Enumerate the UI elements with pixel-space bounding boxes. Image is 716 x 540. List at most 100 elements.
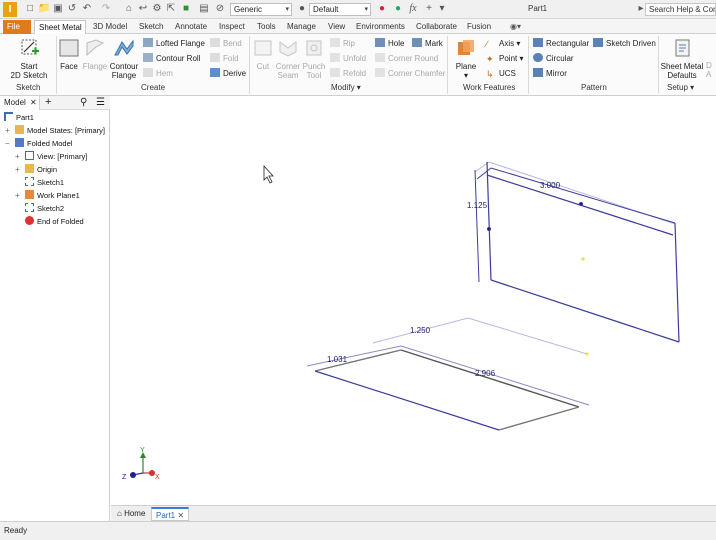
search-icon[interactable]: ⚲ <box>80 96 87 109</box>
menu-icon[interactable]: ☰ <box>96 96 105 109</box>
close-icon[interactable]: ✕ <box>177 511 184 520</box>
circular-pattern-button[interactable]: Circular <box>533 53 574 65</box>
add-browser-icon[interactable]: + <box>45 96 51 109</box>
start-2d-sketch-button[interactable]: Start 2D Sketch <box>6 37 52 80</box>
collapse-icon[interactable]: − <box>5 138 10 150</box>
redo-icon[interactable]: ↷ <box>100 3 112 15</box>
tree-node-part1[interactable]: Part1 <box>4 112 34 124</box>
update-icon[interactable]: ⚙ <box>151 3 163 15</box>
sketch-edge[interactable] <box>674 222 680 343</box>
measure-icon[interactable]: ▤ <box>198 3 210 15</box>
dimension-1125[interactable]: 1.125 <box>467 201 488 210</box>
material-combo[interactable]: Default ▾ <box>309 3 371 16</box>
sketch-edge[interactable] <box>490 279 680 343</box>
axis-triad[interactable]: Y X Z <box>122 447 160 481</box>
home-tab[interactable]: ⌂ Home <box>113 507 149 521</box>
fold-button[interactable]: Fold <box>210 53 239 65</box>
lofted-flange-button[interactable]: Lofted Flange <box>143 38 205 50</box>
unfold-button[interactable]: Unfold <box>330 53 366 65</box>
sheet-metal-defaults-button[interactable]: Sheet Metal Defaults <box>659 37 705 80</box>
setup-overflow-button[interactable]: D A <box>706 61 716 79</box>
point-button[interactable]: ✦ Point ▾ <box>486 53 523 65</box>
appearance-icon[interactable]: ■ <box>180 3 192 15</box>
flange-button[interactable]: Flange <box>82 37 108 71</box>
sketch-edge[interactable] <box>400 349 580 408</box>
expand-icon[interactable]: + <box>15 190 20 202</box>
cut-button[interactable]: Cut <box>251 37 275 71</box>
dimension-2906[interactable]: 2.906 <box>475 369 496 378</box>
ucs-button[interactable]: ↳ UCS <box>486 68 516 80</box>
rip-button[interactable]: Rip <box>330 38 355 50</box>
corner-seam-button[interactable]: Corner Seam <box>275 37 301 80</box>
plane-button[interactable]: Plane ▾ <box>451 37 481 80</box>
model-tab[interactable]: Model ✕ <box>0 96 40 110</box>
tree-node-model-states[interactable]: Model States: [Primary] <box>15 125 105 137</box>
close-icon[interactable]: ✕ <box>30 96 37 109</box>
home-icon[interactable]: ⌂ <box>123 3 135 15</box>
new-file-icon[interactable]: □ <box>24 3 36 15</box>
dimension-line-1125[interactable] <box>474 169 480 283</box>
tab-collaborate[interactable]: Collaborate <box>412 20 461 34</box>
expand-icon[interactable]: + <box>5 125 10 137</box>
sketch-point[interactable] <box>486 226 492 232</box>
dimension-1250[interactable]: 1.250 <box>410 326 431 335</box>
tab-sketch[interactable]: Sketch <box>135 20 167 34</box>
tab-annotate[interactable]: Annotate <box>171 20 211 34</box>
panel-title-setup[interactable]: Setup ▾ <box>667 83 694 92</box>
expand-icon[interactable]: + <box>15 164 20 176</box>
tab-sheet-metal[interactable]: Sheet Metal <box>34 20 86 34</box>
adjust-icon[interactable]: ● <box>376 3 388 15</box>
refold-button[interactable]: Refold <box>330 68 366 80</box>
dimension-line-1031[interactable] <box>306 345 402 367</box>
lower-sketch[interactable] <box>306 317 590 431</box>
part1-tab[interactable]: Part1 ✕ <box>151 507 190 521</box>
sketch-driven-pattern-button[interactable]: Sketch Driven <box>593 38 656 50</box>
undo-icon[interactable]: ↶ <box>81 3 93 15</box>
help-search-input[interactable]: Search Help & Com <box>645 3 716 16</box>
axis-button[interactable]: ∕ Axis ▾ <box>486 38 520 50</box>
contour-roll-button[interactable]: Contour Roll <box>143 53 200 65</box>
sketch-edge[interactable] <box>498 406 580 431</box>
dimension-1031[interactable]: 1.031 <box>327 355 348 364</box>
tree-node-end-of-folded[interactable]: End of Folded <box>25 216 84 228</box>
sketch-point[interactable] <box>578 201 584 207</box>
corner-chamfer-button[interactable]: Corner Chamfer <box>375 68 445 80</box>
mark-button[interactable]: Mark <box>412 38 443 50</box>
sketch-point[interactable] <box>585 352 589 356</box>
add-icon[interactable]: + <box>423 3 435 15</box>
material-sphere-icon[interactable]: ● <box>296 3 308 15</box>
hole-button[interactable]: Hole <box>375 38 404 50</box>
graphics-canvas[interactable]: 3.000 1.125 1.250 1.031 2.906 Y X Z <box>111 96 716 505</box>
open-file-icon[interactable]: 📁 <box>38 3 50 15</box>
bend-button[interactable]: Bend <box>210 38 242 50</box>
tab-tools[interactable]: Tools <box>253 20 280 34</box>
center-point[interactable] <box>581 257 585 261</box>
clear-override-icon[interactable]: ● <box>392 3 404 15</box>
tab-view[interactable]: View <box>324 20 349 34</box>
hem-button[interactable]: Hem <box>143 68 173 80</box>
graphics-viewport[interactable]: 3.000 1.125 1.250 1.031 2.906 Y X Z <box>111 96 716 505</box>
sketch-edge[interactable] <box>486 161 492 281</box>
return-icon[interactable]: ↩ <box>137 3 149 15</box>
tab-inspect[interactable]: Inspect <box>215 20 249 34</box>
history-icon[interactable]: ↺ <box>66 3 78 15</box>
customize-icon[interactable]: ▾ <box>436 3 448 15</box>
derive-button[interactable]: Derive <box>210 68 246 80</box>
tab-manage[interactable]: Manage <box>283 20 320 34</box>
select-icon[interactable]: ⇱ <box>165 3 177 15</box>
tab-3d-model[interactable]: 3D Model <box>89 20 131 34</box>
tree-node-work-plane1[interactable]: Work Plane1 <box>25 190 80 202</box>
sketch-edge[interactable] <box>314 370 500 431</box>
inventor-logo[interactable]: I <box>3 2 17 17</box>
face-button[interactable]: Face <box>58 37 80 71</box>
save-icon[interactable]: ▣ <box>52 3 64 15</box>
tab-file[interactable]: File <box>3 20 31 34</box>
tree-node-origin[interactable]: Origin <box>25 164 57 176</box>
tab-fusion[interactable]: Fusion <box>463 20 495 34</box>
dimension-3000[interactable]: 3.000 <box>540 181 561 190</box>
dimension-line-3000[interactable] <box>490 167 676 224</box>
no-color-icon[interactable]: ⊘ <box>214 3 226 15</box>
ribbon-options-icon[interactable]: ◉▾ <box>506 20 525 34</box>
corner-round-button[interactable]: Corner Round <box>375 53 438 65</box>
contour-flange-button[interactable]: Contour Flange <box>108 37 140 80</box>
